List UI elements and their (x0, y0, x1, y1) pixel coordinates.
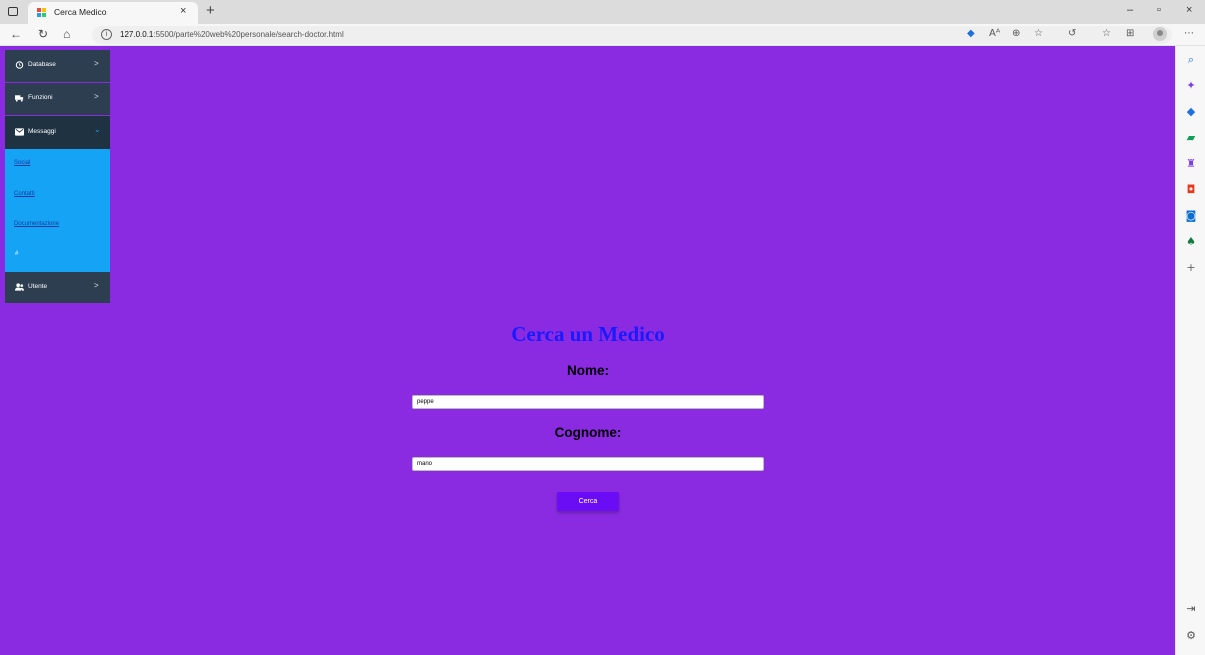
menu-item-utente[interactable]: Utente > (5, 272, 110, 303)
url-text[interactable]: 127.0.0.1:5500/parte%20web%20personale/s… (120, 30, 344, 39)
menu-item-label: Database (28, 61, 56, 68)
back-icon[interactable]: ← (10, 27, 22, 41)
side-menu: Database > Funzioni > Messaggi ⌄ Social … (5, 50, 110, 303)
profile-icon[interactable] (1153, 27, 1167, 41)
zoom-icon[interactable]: ⊕ (1012, 28, 1020, 40)
nome-input[interactable] (412, 395, 764, 409)
truck-icon (15, 95, 24, 102)
chevron-right-icon: > (94, 92, 99, 101)
favorites-icon[interactable]: ☆ (1102, 28, 1111, 40)
copilot-icon[interactable]: ✦ (1185, 80, 1197, 92)
add-icon[interactable]: + (1185, 262, 1197, 274)
menu-item-messaggi[interactable]: Messaggi ⌄ (5, 116, 110, 149)
chevron-down-icon: ⌄ (94, 125, 101, 134)
extensions-icon[interactable]: ↺ (1068, 28, 1076, 40)
menu-item-database[interactable]: Database > (5, 50, 110, 82)
tools-icon[interactable]: ▰ (1185, 132, 1197, 144)
submenu-link-hash[interactable]: # (15, 251, 18, 257)
submenu-messaggi: Social Contatti Documentazione # (5, 149, 110, 272)
games-icon[interactable]: ♜ (1185, 158, 1197, 170)
search-icon[interactable]: ⌕ (1185, 54, 1197, 66)
shopping-icon[interactable]: ◆ (1185, 106, 1197, 118)
submenu-link-documentazione[interactable]: Documentazione (14, 221, 59, 227)
mail-icon (15, 128, 24, 136)
tab-title: Cerca Medico (54, 7, 107, 17)
outlook-icon[interactable]: ◙ (1185, 210, 1197, 222)
menu-item-label: Funzioni (28, 94, 53, 101)
more-icon[interactable]: ⋯ (1184, 28, 1194, 40)
users-icon (15, 283, 24, 291)
split-screen-icon[interactable]: ⇥ (1185, 603, 1197, 615)
chevron-right-icon: > (94, 281, 99, 290)
minimize-button[interactable]: – (1127, 4, 1133, 16)
tab-favicon-icon (37, 8, 47, 18)
home-icon[interactable]: ⌂ (63, 27, 70, 41)
browser-tab-bar: Cerca Medico × + – ▫ × (0, 0, 1205, 24)
collections-icon[interactable]: ⊞ (1126, 28, 1134, 40)
browser-toolbar: ← ↻ ⌂ i 127.0.0.1:5500/parte%20web%20per… (0, 24, 1205, 46)
favorite-add-icon[interactable]: ☆ (1034, 28, 1043, 40)
chevron-right-icon: > (94, 59, 99, 68)
settings-icon[interactable]: ⚙ (1185, 630, 1197, 642)
cerca-button[interactable]: Cerca (557, 492, 619, 511)
menu-item-label: Utente (28, 283, 48, 290)
database-icon (15, 61, 24, 69)
menu-item-funzioni[interactable]: Funzioni > (5, 83, 110, 115)
tab-close-icon[interactable]: × (180, 5, 186, 17)
tag-icon[interactable]: ◆ (967, 28, 975, 40)
tree-icon[interactable]: ♠ (1185, 236, 1197, 248)
menu-item-label: Messaggi (28, 128, 56, 135)
cognome-input[interactable] (412, 457, 764, 471)
new-tab-button[interactable]: + (206, 2, 215, 19)
page-title: Cerca un Medico (511, 322, 665, 346)
restore-button[interactable]: ▫ (1157, 4, 1161, 16)
submenu-link-social[interactable]: Social (14, 160, 30, 166)
site-info-icon[interactable]: i (101, 29, 112, 40)
read-aloud-icon[interactable]: Aᴬ (989, 28, 1000, 40)
edge-sidebar: ⌕ ✦ ◆ ▰ ♜ ◘ ◙ ♠ + ⇥ ⚙ (1175, 46, 1205, 655)
page-content: Database > Funzioni > Messaggi ⌄ Social … (0, 46, 1175, 655)
close-window-button[interactable]: × (1186, 4, 1192, 16)
browser-tab[interactable]: Cerca Medico × (28, 2, 198, 24)
office-icon[interactable]: ◘ (1185, 184, 1197, 196)
cognome-label: Cognome: (554, 425, 622, 440)
address-bar[interactable]: i 127.0.0.1:5500/parte%20web%20personale… (92, 26, 1172, 44)
tab-actions-icon[interactable] (6, 5, 20, 19)
refresh-icon[interactable]: ↻ (38, 27, 48, 41)
submenu-link-contatti[interactable]: Contatti (14, 191, 35, 197)
nome-label: Nome: (566, 363, 609, 378)
